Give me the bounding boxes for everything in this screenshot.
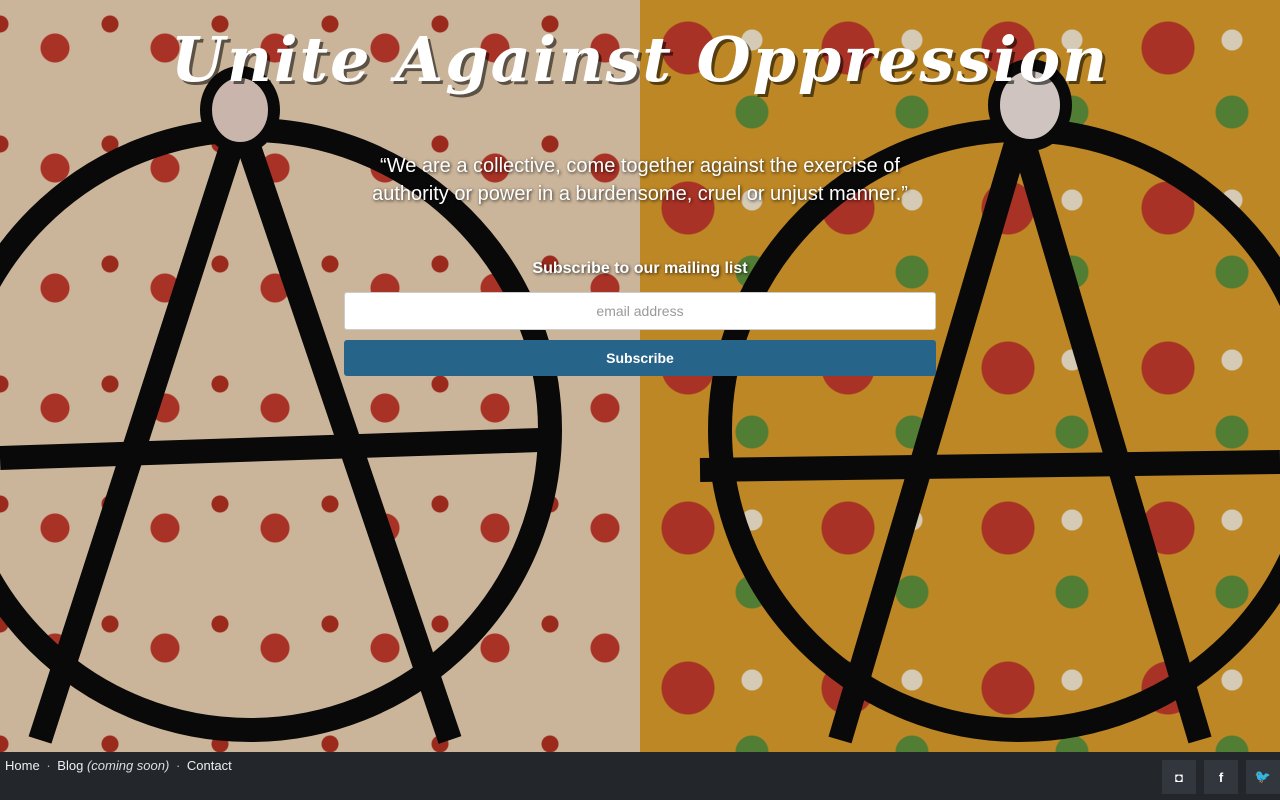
footer-link-contact[interactable]: Contact — [187, 758, 232, 773]
footer-separator: · — [175, 758, 181, 773]
instagram-button[interactable]: ◘ — [1162, 760, 1196, 794]
twitter-icon: 🐦 — [1254, 769, 1272, 784]
social-links: ◘ f 🐦 — [1162, 760, 1280, 794]
footer: Home · Blog (coming soon) · Contact ◘ f … — [0, 752, 1280, 800]
twitter-button[interactable]: 🐦 — [1246, 760, 1280, 794]
instagram-icon: ◘ — [1175, 769, 1183, 785]
footer-separator: · — [46, 758, 51, 773]
footer-link-home[interactable]: Home — [5, 758, 40, 773]
footer-link-blog[interactable]: Blog — [57, 758, 83, 773]
facebook-button[interactable]: f — [1204, 760, 1238, 794]
facebook-icon: f — [1218, 769, 1224, 785]
mission-quote: “We are a collective, come together agai… — [372, 155, 908, 205]
email-input[interactable] — [344, 292, 936, 330]
hero-section: Unite Against Oppression “We are a colle… — [0, 0, 1280, 376]
page-title: Unite Against Oppression — [170, 23, 1110, 96]
footer-nav: Home · Blog (coming soon) · Contact — [5, 758, 232, 773]
subscribe-heading: Subscribe to our mailing list — [532, 260, 748, 277]
subscribe-button[interactable]: Subscribe — [344, 340, 936, 376]
blog-coming-soon-note: (coming soon) — [86, 758, 170, 773]
